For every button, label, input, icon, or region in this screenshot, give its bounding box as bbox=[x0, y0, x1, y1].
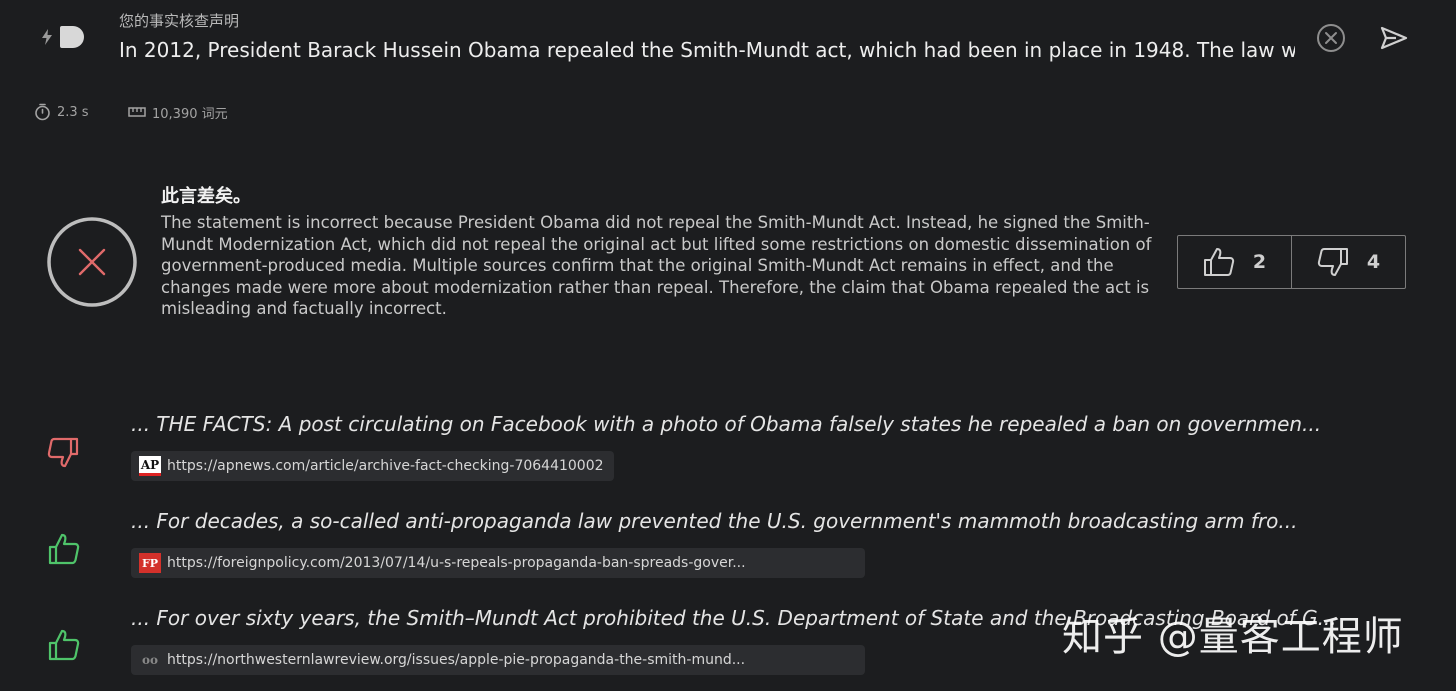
source-url: https://northwesternlawreview.org/issues… bbox=[167, 652, 746, 668]
fast-mode-toggle[interactable] bbox=[36, 26, 84, 48]
clear-icon[interactable] bbox=[1315, 22, 1347, 54]
support-thumbs-up-icon bbox=[48, 533, 80, 565]
source-url: https://foreignpolicy.com/2013/07/14/u-s… bbox=[167, 555, 746, 571]
false-verdict-icon bbox=[47, 217, 137, 307]
downvote-button[interactable]: 4 bbox=[1291, 236, 1405, 288]
claim-field-label: 您的事实核查声明 bbox=[119, 12, 240, 30]
verdict-explanation: The statement is incorrect because Presi… bbox=[161, 213, 1152, 319]
token-count: 10,390 词元 bbox=[128, 102, 228, 122]
thumbs-up-icon bbox=[1203, 248, 1234, 276]
token-count-value: 10,390 词元 bbox=[152, 106, 228, 122]
upvote-count: 2 bbox=[1252, 251, 1267, 273]
feedback-buttons: 2 4 bbox=[1177, 235, 1406, 289]
support-thumbs-up-icon bbox=[48, 629, 80, 661]
upvote-button[interactable]: 2 bbox=[1178, 236, 1291, 288]
source-snippet: ... THE FACTS: A post circulating on Fac… bbox=[131, 412, 1322, 436]
fact-check-page: 您的事实核查声明 In 2012, President Barack Husse… bbox=[0, 0, 1456, 691]
response-time: 2.3 s bbox=[34, 102, 89, 122]
source-link[interactable]: AP https://apnews.com/article/archive-fa… bbox=[131, 451, 614, 481]
ruler-icon bbox=[128, 107, 146, 117]
source-url: https://apnews.com/article/archive-fact-… bbox=[167, 458, 604, 474]
downvote-count: 4 bbox=[1366, 251, 1381, 273]
foreign-policy-logo-icon: FP bbox=[139, 553, 161, 573]
response-time-value: 2.3 s bbox=[57, 104, 89, 120]
source-link[interactable]: FP https://foreignpolicy.com/2013/07/14/… bbox=[131, 548, 865, 578]
toggle-knob bbox=[60, 26, 84, 48]
northwestern-logo-icon: oo bbox=[141, 653, 158, 667]
source-link[interactable]: oo https://northwesternlawreview.org/iss… bbox=[131, 645, 865, 675]
ap-logo-icon: AP bbox=[139, 456, 161, 476]
lightning-icon bbox=[42, 29, 52, 45]
refute-thumbs-down-icon bbox=[47, 437, 79, 468]
source-snippet: ... For decades, a so-called anti-propag… bbox=[131, 509, 1298, 533]
zhihu-watermark: 知乎 @量客工程师 bbox=[1062, 614, 1404, 660]
verdict-title: 此言差矣。 bbox=[161, 186, 251, 207]
timer-icon bbox=[35, 103, 50, 121]
thumbs-down-icon bbox=[1317, 248, 1348, 276]
send-icon[interactable] bbox=[1378, 24, 1410, 52]
claim-input[interactable]: In 2012, President Barack Hussein Obama … bbox=[119, 36, 1295, 64]
